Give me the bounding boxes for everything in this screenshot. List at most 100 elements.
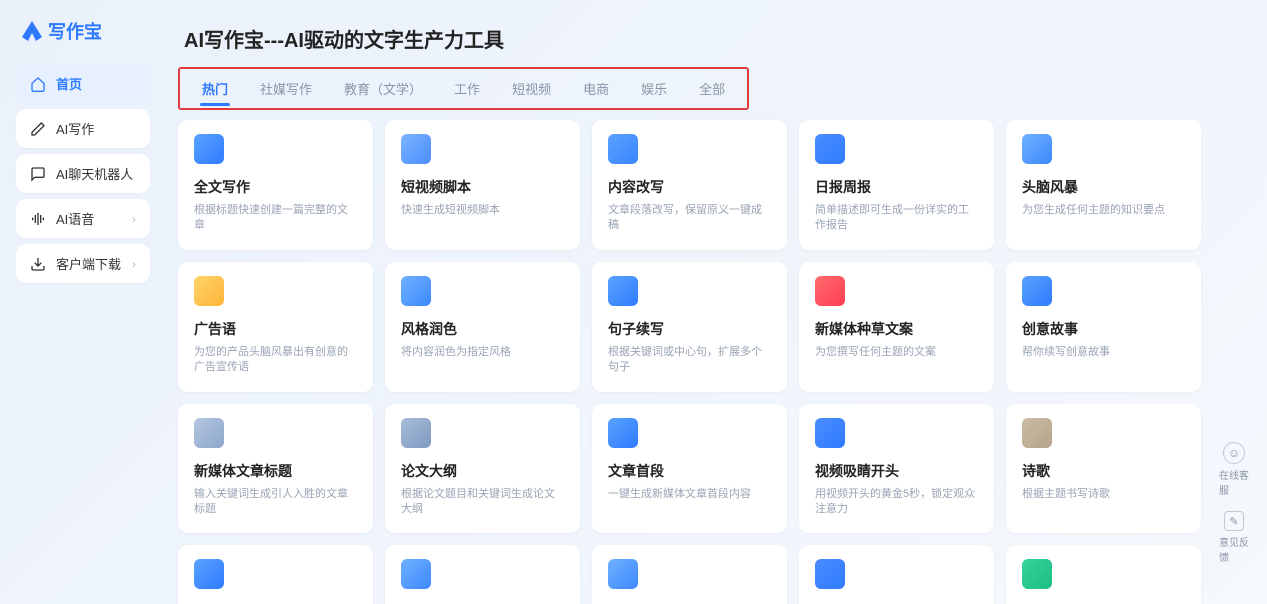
card-icon xyxy=(815,134,845,164)
float-service-label: 在线客服 xyxy=(1219,467,1249,497)
sidebar-item-label: AI语音 xyxy=(56,209,94,228)
card-desc: 为您撰写任何主题的文案 xyxy=(815,345,978,360)
sidebar-item-label: 首页 xyxy=(56,74,82,93)
float-actions: ☺ 在线客服 ✎ 意见反馈 xyxy=(1219,442,1249,564)
card-title: 创意故事 xyxy=(1022,319,1185,339)
chat-icon xyxy=(30,166,46,182)
main-content: AI写作宝---AI驱动的文字生产力工具 热门社媒写作教育（文学）工作短视频电商… xyxy=(158,8,1259,604)
audio-icon xyxy=(30,211,46,227)
card-icon xyxy=(608,276,638,306)
feature-card-5[interactable]: 广告语为您的产品头脑风暴出有创意的广告宣传语 xyxy=(178,262,373,392)
note-icon: ✎ xyxy=(1224,511,1244,531)
feature-card-19[interactable]: 取名神器一键生成人名、公司名称 xyxy=(1006,545,1201,604)
card-desc: 帮你续写创意故事 xyxy=(1022,345,1185,360)
sidebar-item-4[interactable]: 客户端下载 › xyxy=(16,244,150,283)
feature-card-6[interactable]: 风格润色将内容润色为指定风格 xyxy=(385,262,580,392)
sidebar-item-label: 客户端下载 xyxy=(56,254,121,273)
feature-card-14[interactable]: 诗歌根据主题书写诗歌 xyxy=(1006,404,1201,534)
card-icon xyxy=(401,559,431,589)
feature-card-13[interactable]: 视频吸睛开头用视频开头的黄金5秒，锁定观众注意力 xyxy=(799,404,994,534)
card-desc: 根据关键词或中心句，扩展多个句子 xyxy=(608,345,771,376)
card-title: 视频吸睛开头 xyxy=(815,461,978,481)
card-icon xyxy=(608,559,638,589)
card-title: 日报周报 xyxy=(815,177,978,197)
card-icon xyxy=(1022,418,1052,448)
headset-icon: ☺ xyxy=(1223,442,1245,464)
home-icon xyxy=(30,76,46,92)
feature-card-1[interactable]: 短视频脚本快速生成短视频脚本 xyxy=(385,120,580,250)
card-icon xyxy=(608,134,638,164)
card-grid: 全文写作根据标题快速创建一篇完整的文章短视频脚本快速生成短视频脚本内容改写文章段… xyxy=(178,120,1251,604)
card-icon xyxy=(194,559,224,589)
card-icon xyxy=(815,418,845,448)
feedback-button[interactable]: ✎ 意见反馈 xyxy=(1219,511,1249,564)
tab-1[interactable]: 社媒写作 xyxy=(244,73,328,104)
card-desc: 一键生成新媒体文章首段内容 xyxy=(608,487,771,502)
card-icon xyxy=(401,276,431,306)
card-title: 全文写作 xyxy=(194,177,357,197)
card-title: 内容改写 xyxy=(608,177,771,197)
card-icon xyxy=(1022,276,1052,306)
feature-card-15[interactable]: 论文摘要根据论文题目和关键词生成论文摘要 xyxy=(178,545,373,604)
sidebar-item-3[interactable]: AI语音› xyxy=(16,199,150,238)
brand-mark-icon xyxy=(22,21,42,41)
card-desc: 为您的产品头脑风暴出有创意的广告宣传语 xyxy=(194,345,357,376)
pencil-icon xyxy=(30,121,46,137)
card-desc: 用视频开头的黄金5秒，锁定观众注意力 xyxy=(815,487,978,518)
card-title: 句子续写 xyxy=(608,319,771,339)
feature-card-4[interactable]: 头脑风暴为您生成任何主题的知识要点 xyxy=(1006,120,1201,250)
tab-2[interactable]: 教育（文学） xyxy=(328,73,438,104)
card-desc: 将内容润色为指定风格 xyxy=(401,345,564,360)
feature-card-18[interactable]: 视频内容灵感哪些点拍视频？让AI写作宝来提供灵感 xyxy=(799,545,994,604)
brand-logo[interactable]: 写作宝 xyxy=(12,14,154,58)
card-desc: 根据论文题目和关键词生成论文大纲 xyxy=(401,487,564,518)
float-feedback-label: 意见反馈 xyxy=(1219,534,1249,564)
feature-card-10[interactable]: 新媒体文章标题输入关键词生成引人入胜的文章标题 xyxy=(178,404,373,534)
card-title: 新媒体文章标题 xyxy=(194,461,357,481)
sidebar-item-label: AI写作 xyxy=(56,119,94,138)
sidebar-item-1[interactable]: AI写作 xyxy=(16,109,150,148)
card-icon xyxy=(194,276,224,306)
card-title: 短视频脚本 xyxy=(401,177,564,197)
feature-card-16[interactable]: 短视频脚本大纲生成VLOG、口播稿等短视频的拍摄大纲 xyxy=(385,545,580,604)
tab-6[interactable]: 娱乐 xyxy=(625,73,683,104)
card-desc: 输入关键词生成引人入胜的文章标题 xyxy=(194,487,357,518)
feature-card-12[interactable]: 文章首段一键生成新媒体文章首段内容 xyxy=(592,404,787,534)
online-service-button[interactable]: ☺ 在线客服 xyxy=(1219,442,1249,497)
sidebar-item-0[interactable]: 首页 xyxy=(16,64,150,103)
category-tabs: 热门社媒写作教育（文学）工作短视频电商娱乐全部 xyxy=(178,67,749,110)
chevron-right-icon: › xyxy=(132,257,136,271)
card-icon xyxy=(608,418,638,448)
sidebar-item-label: AI聊天机器人 xyxy=(56,164,133,183)
card-title: 风格润色 xyxy=(401,319,564,339)
card-desc: 文章段落改写，保留原义一键成稿 xyxy=(608,203,771,234)
card-title: 头脑风暴 xyxy=(1022,177,1185,197)
brand-name: 写作宝 xyxy=(48,18,102,44)
tab-4[interactable]: 短视频 xyxy=(496,73,567,104)
card-icon xyxy=(1022,134,1052,164)
feature-card-3[interactable]: 日报周报简单描述即可生成一份详实的工作报告 xyxy=(799,120,994,250)
page-title: AI写作宝---AI驱动的文字生产力工具 xyxy=(178,14,1251,67)
feature-card-11[interactable]: 论文大纲根据论文题目和关键词生成论文大纲 xyxy=(385,404,580,534)
tab-0[interactable]: 热门 xyxy=(186,73,244,104)
tab-5[interactable]: 电商 xyxy=(567,73,625,104)
card-icon xyxy=(401,418,431,448)
feature-card-2[interactable]: 内容改写文章段落改写，保留原义一键成稿 xyxy=(592,120,787,250)
feature-card-17[interactable]: 人物塑造为你故事中的角色塑造一个丰满的人物形象 xyxy=(592,545,787,604)
card-desc: 根据主题书写诗歌 xyxy=(1022,487,1185,502)
card-title: 广告语 xyxy=(194,319,357,339)
feature-card-9[interactable]: 创意故事帮你续写创意故事 xyxy=(1006,262,1201,392)
feature-card-8[interactable]: 新媒体种草文案为您撰写任何主题的文案 xyxy=(799,262,994,392)
card-desc: 根据标题快速创建一篇完整的文章 xyxy=(194,203,357,234)
tab-7[interactable]: 全部 xyxy=(683,73,741,104)
tab-3[interactable]: 工作 xyxy=(438,73,496,104)
feature-card-7[interactable]: 句子续写根据关键词或中心句，扩展多个句子 xyxy=(592,262,787,392)
sidebar-item-2[interactable]: AI聊天机器人 xyxy=(16,154,150,193)
card-icon xyxy=(815,559,845,589)
card-icon xyxy=(194,134,224,164)
card-icon xyxy=(401,134,431,164)
card-icon xyxy=(194,418,224,448)
card-title: 文章首段 xyxy=(608,461,771,481)
feature-card-0[interactable]: 全文写作根据标题快速创建一篇完整的文章 xyxy=(178,120,373,250)
card-desc: 简单描述即可生成一份详实的工作报告 xyxy=(815,203,978,234)
